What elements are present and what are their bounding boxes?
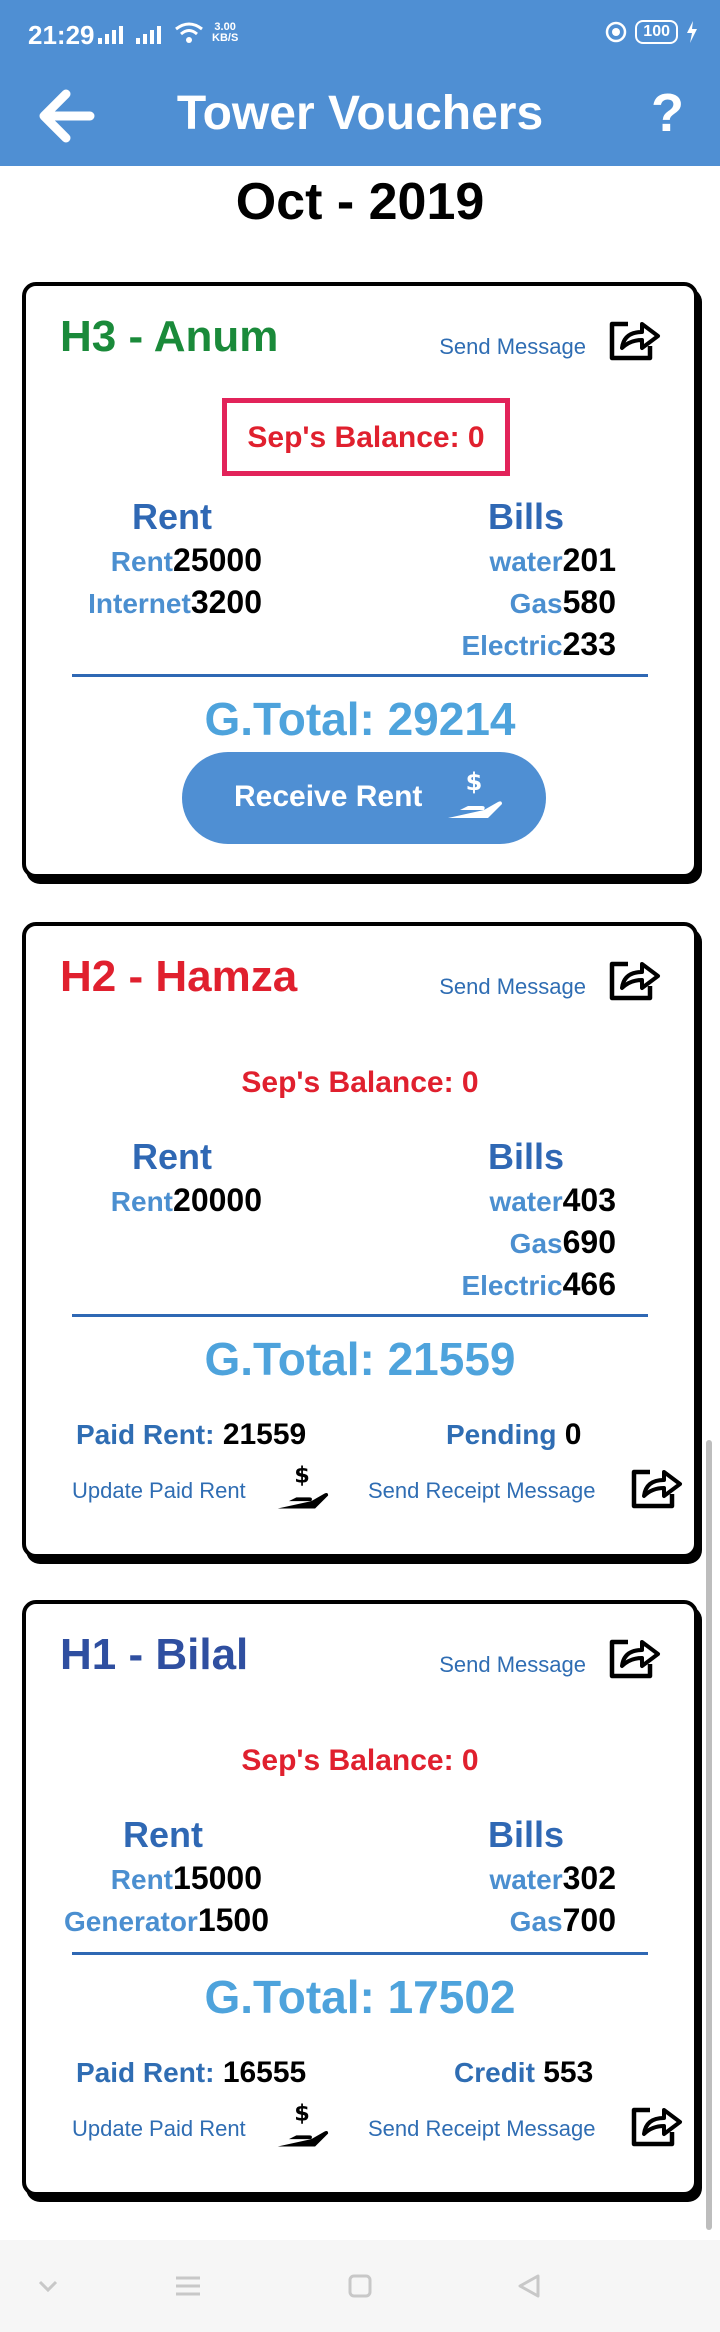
rent-line: Generator1500 — [64, 1902, 270, 1938]
voucher-card-h3: H3 - Anum Send Message Sep's Balance: 0 … — [22, 282, 698, 878]
svg-text:$: $ — [294, 2100, 310, 2126]
voucher-card-h1: H1 - Bilal Send Message Sep's Balance: 0… — [22, 1600, 698, 2196]
month-heading: Oct - 2019 — [235, 173, 485, 231]
previous-balance: Sep's Balance: 0 — [241, 1066, 479, 1099]
bill-line: Electric466 — [461, 1266, 616, 1302]
bills-header: Bills — [487, 1136, 565, 1177]
wifi-icon — [175, 22, 203, 43]
battery-level: 100 — [635, 20, 678, 44]
hand-money-icon[interactable]: $ — [274, 2098, 330, 2154]
status-bar: 21:29 3.00 KB/S 100 — [0, 0, 720, 64]
receive-rent-label: Receive Rent — [234, 780, 423, 813]
send-message-link[interactable]: Send Message — [439, 974, 586, 1000]
credit-amount: Credit 553 — [454, 2056, 594, 2089]
send-message-link[interactable]: Send Message — [439, 1652, 586, 1678]
divider — [72, 1952, 648, 1955]
rent-line: Internet3200 — [88, 584, 262, 620]
bills-header: Bills — [487, 496, 565, 537]
chevron-down-icon[interactable] — [28, 2268, 68, 2304]
rent-column: Rent Rent20000 — [82, 1136, 262, 1222]
bills-column: Bills water403 Gas690 Electric466 — [436, 1136, 616, 1306]
home-icon[interactable] — [340, 2268, 380, 2304]
rent-header: Rent — [123, 1814, 203, 1855]
divider — [72, 1314, 648, 1317]
scrollbar[interactable] — [706, 1440, 712, 2230]
send-message-link[interactable]: Send Message — [439, 334, 586, 360]
previous-balance: Sep's Balance: 0 — [241, 1744, 479, 1777]
paid-rent: Paid Rent: 16555 — [76, 2056, 307, 2089]
bill-line: Gas700 — [509, 1902, 616, 1938]
app-bar: Tower Vouchers ? — [0, 64, 720, 166]
rent-column: Rent Rent15000 Generator1500 — [64, 1814, 270, 1942]
svg-text:$: $ — [466, 768, 483, 796]
bills-header: Bills — [487, 1814, 565, 1855]
charging-icon — [687, 21, 697, 43]
share-icon[interactable] — [628, 1462, 684, 1512]
hand-money-icon: $ — [448, 768, 502, 818]
help-button[interactable]: ? — [651, 82, 684, 144]
svg-text:$: $ — [294, 1462, 310, 1488]
hand-money-icon[interactable]: $ — [274, 1460, 330, 1516]
bill-line: water201 — [489, 542, 616, 578]
bills-column: Bills water201 Gas580 Electric233 — [436, 496, 616, 666]
share-icon[interactable] — [606, 954, 662, 1004]
tenant-name: H2 - Hamza — [60, 952, 298, 1001]
bill-line: Gas580 — [509, 584, 616, 620]
bill-line: water302 — [489, 1860, 616, 1896]
signal-icon — [98, 24, 123, 44]
share-icon[interactable] — [606, 314, 662, 364]
send-receipt-message-link[interactable]: Send Receipt Message — [368, 2116, 595, 2142]
bill-line: water403 — [489, 1182, 616, 1218]
tenant-name: H1 - Bilal — [60, 1630, 249, 1679]
previous-balance: Sep's Balance: 0 — [222, 398, 510, 476]
update-paid-rent-link[interactable]: Update Paid Rent — [72, 1478, 246, 1504]
grand-total: G.Total: 21559 — [204, 1333, 516, 1385]
tenant-name: H3 - Anum — [60, 312, 279, 361]
receive-rent-button[interactable]: Receive Rent $ — [182, 752, 546, 844]
grand-total: G.Total: 17502 — [204, 1971, 516, 2023]
bills-column: Bills water302 Gas700 — [436, 1814, 616, 1942]
share-icon[interactable] — [606, 1632, 662, 1682]
bill-line: Electric233 — [461, 626, 616, 662]
back-icon[interactable] — [510, 2268, 550, 2304]
share-icon[interactable] — [628, 2100, 684, 2150]
rent-column: Rent Rent25000 Internet3200 — [82, 496, 262, 624]
rent-line: Rent20000 — [110, 1182, 262, 1218]
system-nav-bar — [0, 2240, 720, 2332]
status-time: 21:29 — [28, 20, 95, 50]
page-title: Tower Vouchers — [176, 87, 544, 140]
bill-line: Gas690 — [509, 1224, 616, 1260]
grand-total: G.Total: 29214 — [204, 693, 516, 745]
update-paid-rent-link[interactable]: Update Paid Rent — [72, 2116, 246, 2142]
rent-header: Rent — [132, 496, 212, 537]
pending-amount: Pending 0 — [446, 1418, 582, 1451]
paid-rent: Paid Rent: 21559 — [76, 1418, 307, 1451]
signal-icon — [136, 24, 161, 44]
network-speed: 3.00 KB/S — [212, 21, 239, 44]
menu-icon[interactable] — [168, 2268, 208, 2304]
rent-header: Rent — [132, 1136, 212, 1177]
divider — [72, 674, 648, 677]
rent-line: Rent15000 — [110, 1860, 262, 1896]
send-receipt-message-link[interactable]: Send Receipt Message — [368, 1478, 595, 1504]
data-saver-icon — [606, 21, 627, 43]
rent-line: Rent25000 — [110, 542, 262, 578]
voucher-card-h2: H2 - Hamza Send Message Sep's Balance: 0… — [22, 922, 698, 1558]
